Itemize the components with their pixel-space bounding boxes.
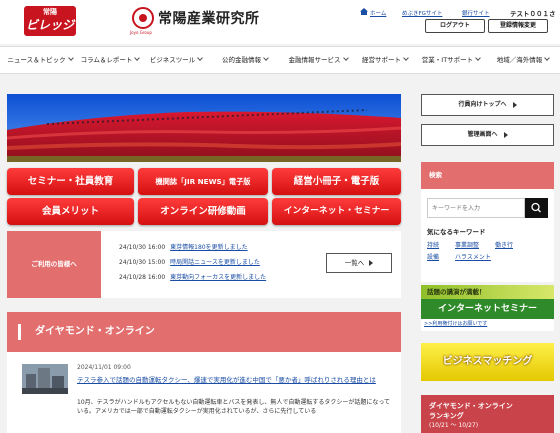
online-training-button[interactable]: オンライン研修動画 bbox=[138, 198, 268, 225]
chevron-down-icon bbox=[134, 55, 141, 61]
hero-kochia-field-image bbox=[7, 94, 401, 162]
jir-news-button[interactable]: 機関誌「JIR NEWS」電子版 bbox=[138, 168, 268, 195]
hero-image bbox=[7, 94, 401, 162]
keyword-link[interactable]: 事業調整 bbox=[455, 240, 479, 249]
search-icon bbox=[531, 202, 541, 213]
nav-management[interactable]: 経営サポート bbox=[357, 47, 413, 73]
notice-title[interactable]: 東芽動向フォーカスを更新しました bbox=[170, 274, 266, 281]
nav-finance-service[interactable]: 金融情報サービス bbox=[279, 47, 357, 73]
internet-seminar-button[interactable]: インターネット・セミナー bbox=[272, 198, 401, 225]
internet-seminar-banner[interactable]: 話題の講演が満載！ インターネットセミナー >>利用権付けはお願いです bbox=[421, 285, 554, 331]
nav-column-label: コラム＆レポート bbox=[80, 56, 133, 64]
logout-button[interactable]: ログアウト bbox=[425, 19, 485, 33]
account-settings-button[interactable]: 登録情報変更 bbox=[488, 19, 548, 33]
search-panel: 検索 気になるキーワード 持続 事業調整 働き行 設備 ハラスメント bbox=[421, 162, 554, 282]
keyword-link[interactable]: 持続 bbox=[427, 240, 439, 249]
article-title[interactable]: テスラ参入で話題の自動運転タクシー、爆速で実用化が進む中国で「悪か者」呼ばれりさ… bbox=[77, 376, 395, 385]
notice-title[interactable]: 東芽情報180を更新しました bbox=[170, 244, 247, 251]
nav-region[interactable]: 地域／海外情報 bbox=[488, 47, 558, 73]
chevron-down-icon bbox=[342, 55, 349, 61]
chevron-down-icon bbox=[263, 55, 269, 61]
notice-date: 24/10/28 16:00 bbox=[119, 274, 166, 281]
arrow-right-icon bbox=[503, 131, 508, 138]
nav-region-label: 地域／海外情報 bbox=[496, 56, 543, 64]
notice-more-label: 一覧へ bbox=[344, 259, 365, 267]
arrow-right-icon bbox=[512, 101, 517, 108]
nav-public-finance-label: 公的金融情報 bbox=[222, 56, 261, 64]
seminar-button[interactable]: セミナー・社員教育 bbox=[7, 168, 134, 195]
ranking-panel: ダイヤモンド・オンライン ランキング (10/21 ～ 10/27) bbox=[421, 395, 554, 433]
nav-management-label: 経営サポート bbox=[362, 56, 401, 64]
nav-business-tools[interactable]: ビジネスツール bbox=[143, 47, 209, 73]
notice-label: ご利用の皆様へ bbox=[7, 231, 101, 298]
business-matching-banner[interactable]: ビジネスマッチング bbox=[421, 343, 554, 381]
ranking-title: ダイヤモンド・オンライン bbox=[429, 402, 513, 410]
nav-sales-it[interactable]: 営業・ITサポート bbox=[416, 47, 486, 73]
nav-news[interactable]: ニュース＆トピック bbox=[4, 47, 76, 73]
admin-button[interactable]: 管理画面へ bbox=[421, 124, 554, 146]
article-date: 2024/11/01 09:00 bbox=[77, 364, 131, 371]
site-name[interactable]: 常陽産業研究所 bbox=[158, 8, 260, 28]
ranking-subtitle: ランキング bbox=[429, 412, 464, 420]
notice-item[interactable]: 24/10/30 15:00 時局閑話ニュースを更新しました bbox=[119, 257, 260, 266]
banner-link[interactable]: >>利用権付けはお願いです bbox=[424, 320, 487, 327]
notice-more-button[interactable]: 一覧へ bbox=[326, 253, 392, 273]
article-thumbnail-image bbox=[22, 364, 68, 394]
article-body: 10月、テスラがハンドルもアクセルもない自動運転車とバスを発表し、無人で自動運転… bbox=[77, 399, 391, 415]
link-bank[interactable]: 銀行サイト bbox=[462, 9, 490, 17]
arrow-right-icon bbox=[369, 260, 374, 266]
ranking-period: (10/21 ～ 10/27) bbox=[429, 422, 479, 429]
nav-news-label: ニュース＆トピック bbox=[7, 56, 66, 64]
notice-item[interactable]: 24/10/30 16:00 東芽情報180を更新しました bbox=[119, 242, 248, 251]
notice-title[interactable]: 時局閑話ニュースを更新しました bbox=[170, 259, 260, 266]
village-logo[interactable]: 常陽 ビレッジ bbox=[24, 6, 76, 36]
nav-public-finance[interactable]: 公的金融情報 bbox=[212, 47, 278, 73]
notice-item[interactable]: 24/10/28 16:00 東芽動向フォーカスを更新しました bbox=[119, 272, 266, 281]
village-logo-big: ビレッジ bbox=[25, 18, 74, 32]
banner-tagline: 話題の講演が満載！ bbox=[421, 285, 554, 299]
village-logo-small: 常陽 bbox=[43, 8, 57, 16]
admin-label: 管理画面へ bbox=[467, 131, 498, 138]
chevron-down-icon bbox=[544, 55, 551, 61]
nav-business-tools-label: ビジネスツール bbox=[149, 56, 196, 64]
keywords-title: 気になるキーワード bbox=[427, 228, 486, 236]
nav-sales-it-label: 営業・ITサポート bbox=[421, 56, 474, 64]
nav-finance-service-label: 金融情報サービス bbox=[288, 56, 341, 64]
nav-column[interactable]: コラム＆レポート bbox=[77, 47, 143, 73]
keyword-link[interactable]: 設備 bbox=[427, 252, 439, 261]
member-merit-button[interactable]: 会員メリット bbox=[7, 198, 134, 225]
logo-sub: Joyo Group bbox=[130, 30, 152, 35]
banner-title: インターネットセミナー bbox=[421, 299, 554, 319]
link-home[interactable]: ホーム bbox=[370, 9, 386, 17]
top-header: 常陽 ビレッジ Joyo Group 常陽産業研究所 ホーム めぶきFGサイト … bbox=[0, 0, 560, 44]
keyword-link[interactable]: 働き行 bbox=[495, 240, 513, 249]
chevron-down-icon bbox=[475, 55, 482, 61]
jr-logo-icon[interactable] bbox=[132, 7, 154, 29]
article-item[interactable]: 2024/11/01 09:00 テスラ参入で話題の自動運転タクシー、爆速で実用… bbox=[7, 352, 401, 433]
search-title: 検索 bbox=[421, 162, 554, 189]
global-nav: ニュース＆トピック コラム＆レポート ビジネスツール 公的金融情報 金融情報サー… bbox=[0, 46, 560, 74]
bank-top-button[interactable]: 行員向けトップへ bbox=[421, 94, 554, 116]
chevron-down-icon bbox=[403, 55, 409, 61]
home-icon bbox=[360, 8, 368, 15]
chevron-down-icon bbox=[67, 55, 74, 61]
booklet-button[interactable]: 経営小冊子・電子版 bbox=[272, 168, 401, 195]
search-input[interactable] bbox=[427, 198, 525, 218]
chevron-down-icon bbox=[197, 55, 204, 61]
link-mebuki[interactable]: めぶきFGサイト bbox=[402, 9, 442, 17]
keyword-link[interactable]: ハラスメント bbox=[455, 252, 491, 261]
banner-business-matching-label: ビジネスマッチング bbox=[442, 356, 533, 367]
article-thumbnail[interactable] bbox=[22, 364, 68, 394]
search-button[interactable] bbox=[525, 198, 548, 218]
notice-date: 24/10/30 16:00 bbox=[119, 244, 166, 251]
bank-top-label: 行員向けトップへ bbox=[458, 101, 507, 108]
notice-date: 24/10/30 15:00 bbox=[119, 259, 166, 266]
section-title: ダイヤモンド・オンライン bbox=[7, 312, 401, 352]
